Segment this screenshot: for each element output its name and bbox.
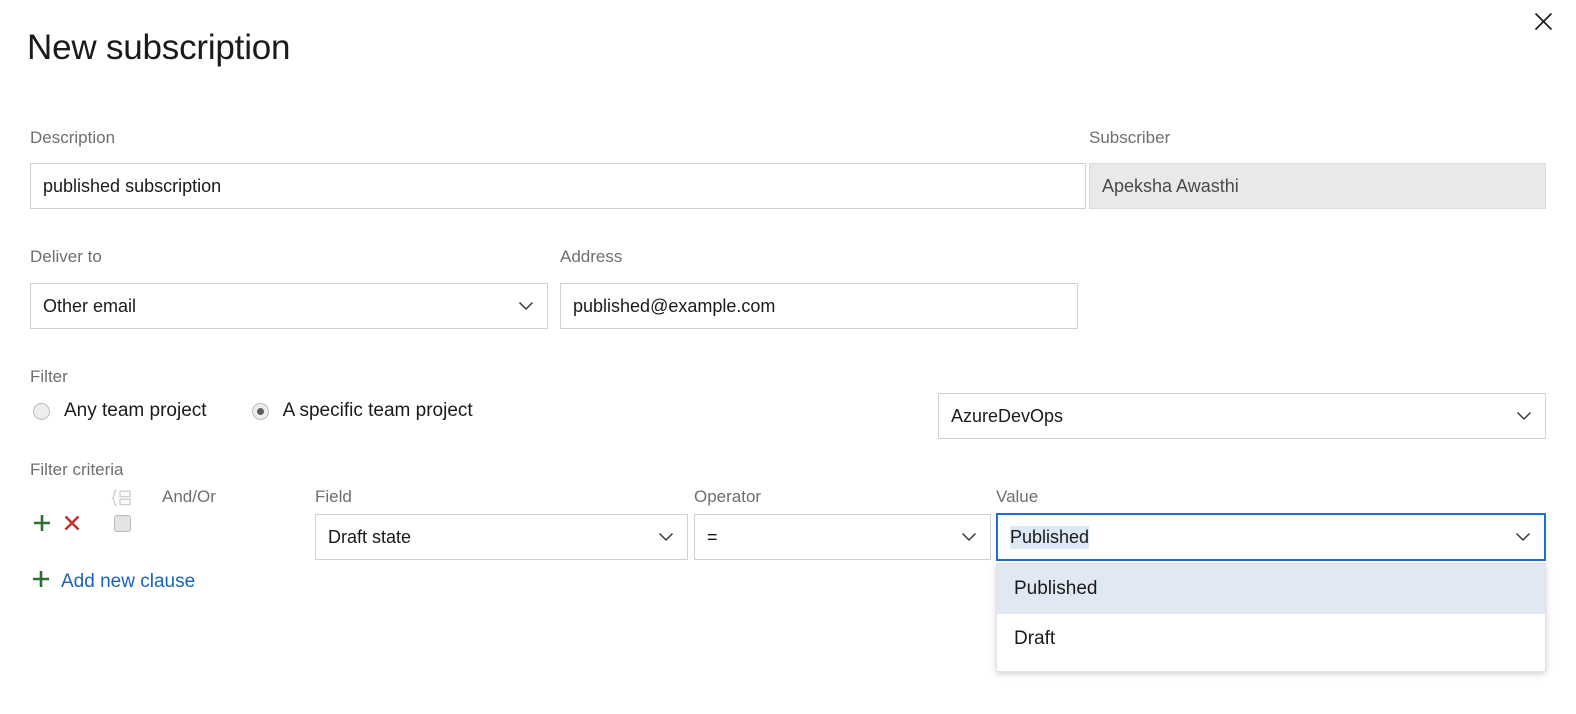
operator-select[interactable]: = [694, 514, 991, 560]
close-icon [1534, 12, 1553, 31]
chevron-down-icon [1513, 405, 1535, 427]
add-new-clause-button[interactable]: Add new clause [30, 568, 195, 595]
address-input[interactable] [560, 283, 1078, 329]
radio-label-any: Any team project [64, 400, 207, 422]
value-select[interactable]: Published [996, 513, 1546, 561]
delete-row-icon[interactable] [60, 511, 84, 535]
close-button[interactable] [1526, 4, 1560, 38]
plus-icon [30, 568, 52, 595]
description-label: Description [30, 129, 115, 146]
column-header-value: Value [996, 487, 1038, 507]
column-header-operator: Operator [694, 487, 761, 507]
radio-label-specific: A specific team project [283, 400, 473, 422]
subscriber-input [1089, 163, 1546, 209]
radio-specific-team-project[interactable]: A specific team project [252, 400, 473, 422]
field-value: Draft state [328, 527, 655, 548]
address-label: Address [560, 248, 622, 265]
operator-value: = [707, 527, 958, 548]
dropdown-option-published[interactable]: Published [997, 564, 1545, 614]
group-checkbox[interactable] [114, 515, 131, 532]
group-clauses-icon[interactable] [110, 487, 134, 509]
team-project-select[interactable]: AzureDevOps [938, 393, 1546, 439]
filter-criteria-label: Filter criteria [30, 461, 124, 478]
value-select-value: Published [1010, 526, 1089, 549]
deliver-to-select[interactable]: Other email [30, 283, 548, 329]
team-project-value: AzureDevOps [951, 406, 1513, 427]
deliver-to-value: Other email [43, 296, 515, 317]
field-select[interactable]: Draft state [315, 514, 688, 560]
chevron-down-icon [1512, 526, 1534, 548]
deliver-to-label: Deliver to [30, 248, 102, 265]
column-header-andor: And/Or [162, 487, 216, 507]
dropdown-option-draft[interactable]: Draft [997, 614, 1545, 664]
subscriber-label: Subscriber [1089, 129, 1170, 146]
description-input[interactable] [30, 163, 1086, 209]
page-title: New subscription [27, 29, 290, 68]
column-header-field: Field [315, 487, 352, 507]
add-new-clause-label: Add new clause [61, 571, 195, 593]
radio-mark-specific [252, 403, 269, 420]
dropdown-option-label: Published [1014, 578, 1097, 600]
chevron-down-icon [655, 526, 677, 548]
dropdown-option-label: Draft [1014, 628, 1055, 650]
filter-label: Filter [30, 368, 68, 385]
value-dropdown-list: Published Draft [996, 563, 1546, 672]
chevron-down-icon [515, 295, 537, 317]
add-row-icon[interactable] [30, 511, 54, 535]
filter-radio-group: Any team project A specific team project [33, 400, 473, 422]
radio-any-team-project[interactable]: Any team project [33, 400, 207, 422]
chevron-down-icon [958, 526, 980, 548]
radio-mark-any [33, 403, 50, 420]
